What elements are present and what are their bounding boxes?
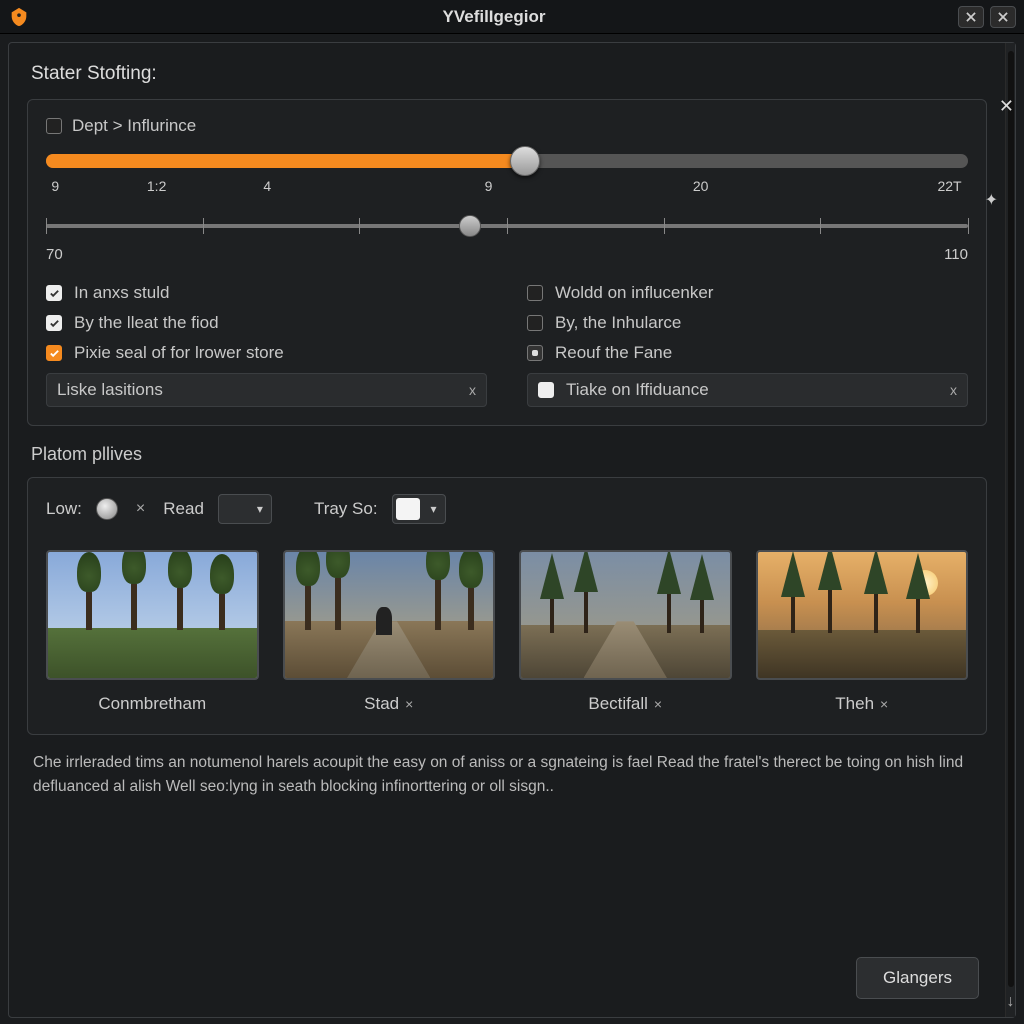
title-bar: YVefilIgegior [0, 0, 1024, 34]
influence-slider[interactable]: ✦ 9 1:2 4 9 20 22T [46, 154, 968, 202]
platom-panel: Low: × Read ▾ Tray So: ▾ [27, 477, 987, 735]
window-title: YVefilIgegior [30, 7, 958, 27]
check-in-anxs[interactable] [46, 285, 62, 301]
chevron-down-icon: ▾ [423, 502, 445, 516]
check-reouf[interactable] [527, 345, 543, 361]
scrollbar[interactable]: ↓ [1005, 43, 1015, 1017]
tiake-field[interactable]: Tiake on Iffiduance x [527, 373, 968, 407]
low-radio[interactable] [96, 498, 118, 520]
range-slider[interactable] [46, 216, 968, 236]
description-text: Che irrleraded tims an notumenol harels … [27, 735, 987, 799]
preset-thumb-4[interactable] [756, 550, 969, 680]
check-by-lleat[interactable] [46, 315, 62, 331]
tray-label: Tray So: [314, 499, 378, 519]
window-close-button-2[interactable] [990, 6, 1016, 28]
low-label: Low: [46, 499, 82, 519]
preset-thumb-2[interactable] [283, 550, 496, 680]
starter-panel: ✕ Dept > Influrince ✦ 9 1:2 4 9 20 22T [27, 99, 987, 426]
range-max: 110 [944, 246, 968, 263]
read-color-combo[interactable]: ▾ [218, 494, 272, 524]
panel-close-icon[interactable]: ✕ [999, 96, 1014, 117]
liske-field[interactable]: Liske lasitions x [46, 373, 487, 407]
glangers-button[interactable]: Glangers [856, 957, 979, 999]
preset-thumb-3[interactable] [519, 550, 732, 680]
spark-icon: ✦ [985, 190, 998, 210]
x-icon: × [136, 500, 145, 518]
app-icon [8, 6, 30, 28]
dept-checkbox[interactable] [46, 118, 62, 134]
clear-icon[interactable]: x [469, 382, 476, 398]
preset-thumb-1[interactable] [46, 550, 259, 680]
scrollbar-thumb[interactable] [1008, 51, 1014, 987]
check-pixie[interactable] [46, 345, 62, 361]
check-inhularce[interactable] [527, 315, 543, 331]
dept-label: Dept > Influrince [72, 116, 196, 136]
chevron-down-icon: ▾ [249, 502, 271, 516]
tray-color-combo[interactable]: ▾ [392, 494, 446, 524]
section-heading-starter: Stater Stofting: [27, 57, 987, 99]
range-min: 70 [46, 246, 63, 263]
check-woldd[interactable] [527, 285, 543, 301]
check-tiake[interactable] [538, 382, 554, 398]
section-heading-platom: Platom pllives [27, 426, 987, 477]
scroll-down-icon[interactable]: ↓ [1007, 991, 1015, 1013]
clear-icon[interactable]: x [950, 382, 957, 398]
window-close-button-1[interactable] [958, 6, 984, 28]
read-label: Read [163, 499, 204, 519]
